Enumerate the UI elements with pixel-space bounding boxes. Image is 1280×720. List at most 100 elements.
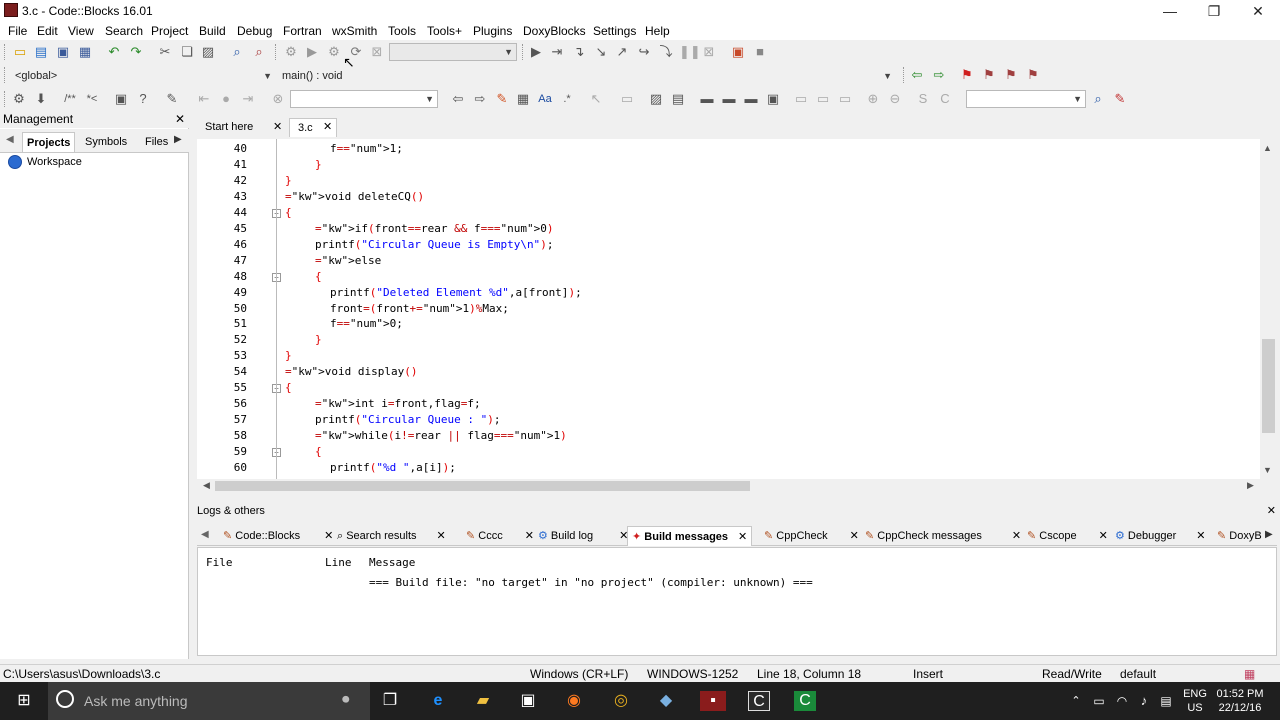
zoom-in-icon[interactable]: ⊕: [865, 91, 881, 107]
find-icon[interactable]: ⌕: [229, 44, 245, 60]
chm-docs-icon[interactable]: ?: [135, 91, 151, 107]
tabs-right-arrow-icon[interactable]: ▶: [174, 134, 182, 145]
minimize-button[interactable]: —: [1148, 0, 1192, 22]
scope-select[interactable]: <global> ▼: [10, 67, 276, 85]
abort-icon[interactable]: ⊠: [369, 44, 385, 60]
codeblocks-taskbar-icon[interactable]: ▪: [700, 691, 726, 711]
tab-codeblocks-log[interactable]: ✎ Code::Blocks ✕: [219, 526, 337, 546]
menu-file[interactable]: File: [8, 24, 27, 38]
undo-icon[interactable]: ↶: [106, 44, 122, 60]
battery-icon[interactable]: ▭: [1089, 691, 1109, 711]
app-icon[interactable]: ◆: [656, 691, 676, 711]
block-comment-icon[interactable]: /**: [62, 91, 78, 107]
line-comment-icon[interactable]: *<: [84, 91, 100, 107]
match-case-icon[interactable]: Aa: [537, 91, 553, 107]
close-panel-icon[interactable]: ✕: [175, 111, 185, 128]
restore-button[interactable]: ❐: [1192, 0, 1236, 22]
cut-icon[interactable]: ✂: [157, 44, 173, 60]
edge-browser-icon[interactable]: e: [428, 691, 448, 711]
language-indicator[interactable]: ENG US: [1183, 687, 1207, 715]
next-instruction-icon[interactable]: ↪: [636, 44, 652, 60]
step-out-icon[interactable]: ↗: [614, 44, 630, 60]
tab-build-messages[interactable]: ✦ Build messages ✕: [627, 526, 753, 546]
prev-change-icon[interactable]: ⇤: [196, 91, 212, 107]
column-file[interactable]: File: [206, 556, 233, 569]
next-line-icon[interactable]: ↴: [571, 44, 587, 60]
menu-project[interactable]: Project: [151, 24, 188, 38]
paste-icon[interactable]: ▨: [200, 44, 216, 60]
highlight-icon[interactable]: ✎: [494, 91, 510, 107]
horizontal-scroll-thumb[interactable]: [215, 481, 750, 491]
tab-build-log[interactable]: ⚙ Build log ✕: [534, 526, 632, 546]
menu-plugins[interactable]: Plugins: [473, 24, 512, 38]
build-target-select[interactable]: ▼: [389, 43, 517, 61]
scroll-up-icon[interactable]: ▲: [1263, 143, 1272, 153]
menu-edit[interactable]: Edit: [37, 24, 58, 38]
save-all-icon[interactable]: ▦: [77, 44, 93, 60]
debugging-windows-icon[interactable]: ▣: [730, 44, 746, 60]
block3-icon[interactable]: ▬: [743, 91, 759, 107]
tab-cccc[interactable]: ✎ Cccc ✕: [462, 526, 538, 546]
action-center-icon[interactable]: ▤: [1156, 691, 1176, 711]
break-debugger-icon[interactable]: ❚❚: [679, 44, 701, 60]
menu-tools-plus[interactable]: Tools+: [427, 24, 462, 38]
block2-icon[interactable]: ▬: [721, 91, 737, 107]
menu-wxsmith[interactable]: wxSmith: [332, 24, 377, 38]
column-message[interactable]: Message: [369, 556, 415, 569]
run-icon[interactable]: ▶: [304, 44, 320, 60]
incremental-search-input[interactable]: ▼: [290, 90, 438, 108]
clear-bookmarks-icon[interactable]: ⚑: [1025, 67, 1041, 83]
image-icon[interactable]: ▨: [648, 91, 664, 107]
toolbar-grip[interactable]: [4, 67, 7, 83]
scroll-right-icon[interactable]: ▶: [1247, 480, 1254, 491]
frame-icon[interactable]: ▤: [670, 91, 686, 107]
menu-tools[interactable]: Tools: [388, 24, 416, 38]
close-tab-icon[interactable]: ✕: [273, 120, 282, 133]
camtasia-icon[interactable]: C: [748, 691, 770, 711]
menu-fortran[interactable]: Fortran: [283, 24, 322, 38]
tabs-left-arrow-icon[interactable]: ◀: [6, 134, 14, 145]
menu-settings[interactable]: Settings: [593, 24, 636, 38]
zoom-out-icon[interactable]: ⊖: [887, 91, 903, 107]
menu-search[interactable]: Search: [105, 24, 143, 38]
doxy-prefs-icon[interactable]: ✎: [164, 91, 180, 107]
doxy-wizard-icon[interactable]: ⚙: [11, 91, 27, 107]
chrome-icon[interactable]: ◎: [611, 691, 631, 711]
build-and-run-icon[interactable]: ⚙: [326, 44, 342, 60]
tab-files[interactable]: Files: [141, 132, 172, 152]
logs-tabs-left-icon[interactable]: ◀: [201, 529, 209, 540]
regex-icon[interactable]: ⊗: [270, 91, 286, 107]
block-icon[interactable]: ▬: [699, 91, 715, 107]
find-prev-icon[interactable]: ⇦: [450, 91, 466, 107]
symbol-search-input[interactable]: ▼: [966, 90, 1086, 108]
toolbar-grip[interactable]: [522, 44, 525, 60]
symbol-find-icon[interactable]: ⌕: [1090, 91, 1106, 107]
debug-continue-icon[interactable]: ▶: [528, 44, 544, 60]
menu-view[interactable]: View: [68, 24, 94, 38]
tab-symbols[interactable]: Symbols: [81, 132, 131, 152]
toolbar-grip[interactable]: [4, 44, 7, 60]
wifi-icon[interactable]: ◠: [1112, 691, 1132, 711]
file-explorer-icon[interactable]: ▰: [473, 691, 493, 711]
workspace-item[interactable]: Workspace: [27, 156, 82, 168]
task-view-icon[interactable]: ❐: [380, 691, 400, 711]
shape3-icon[interactable]: ▭: [837, 91, 853, 107]
volume-icon[interactable]: ♪: [1134, 691, 1154, 711]
function-select[interactable]: main() : void ▼: [277, 67, 896, 85]
tab-projects[interactable]: Projects: [22, 132, 76, 152]
toolbar-grip[interactable]: [275, 44, 278, 60]
prev-bookmark-icon[interactable]: ⚑: [981, 67, 997, 83]
various-info-icon[interactable]: ■: [752, 44, 768, 60]
stop-debugger-icon[interactable]: ⊠: [701, 44, 717, 60]
microphone-icon[interactable]: ⏺: [342, 691, 350, 708]
copy-icon[interactable]: ❏: [179, 44, 195, 60]
tab-debugger[interactable]: ⚙ Debugger ✕: [1111, 526, 1209, 546]
code-editor[interactable]: 40 41 42 43 44−45 46 47 48−49 50 51 52 53 54 55−56 57 5…: [197, 139, 1260, 479]
logs-tabs-right-icon[interactable]: ▶: [1265, 529, 1273, 540]
cortana-search-box[interactable]: Ask me anything ⏺: [48, 682, 370, 720]
toggle-bookmark-icon[interactable]: ⚑: [959, 67, 975, 83]
tab-search-results[interactable]: ⌕ Search results ✕: [333, 526, 450, 546]
toggle-change-icon[interactable]: ●: [218, 91, 234, 107]
close-tab-icon[interactable]: ✕: [323, 120, 332, 133]
selected-text-icon[interactable]: ▦: [515, 91, 531, 107]
